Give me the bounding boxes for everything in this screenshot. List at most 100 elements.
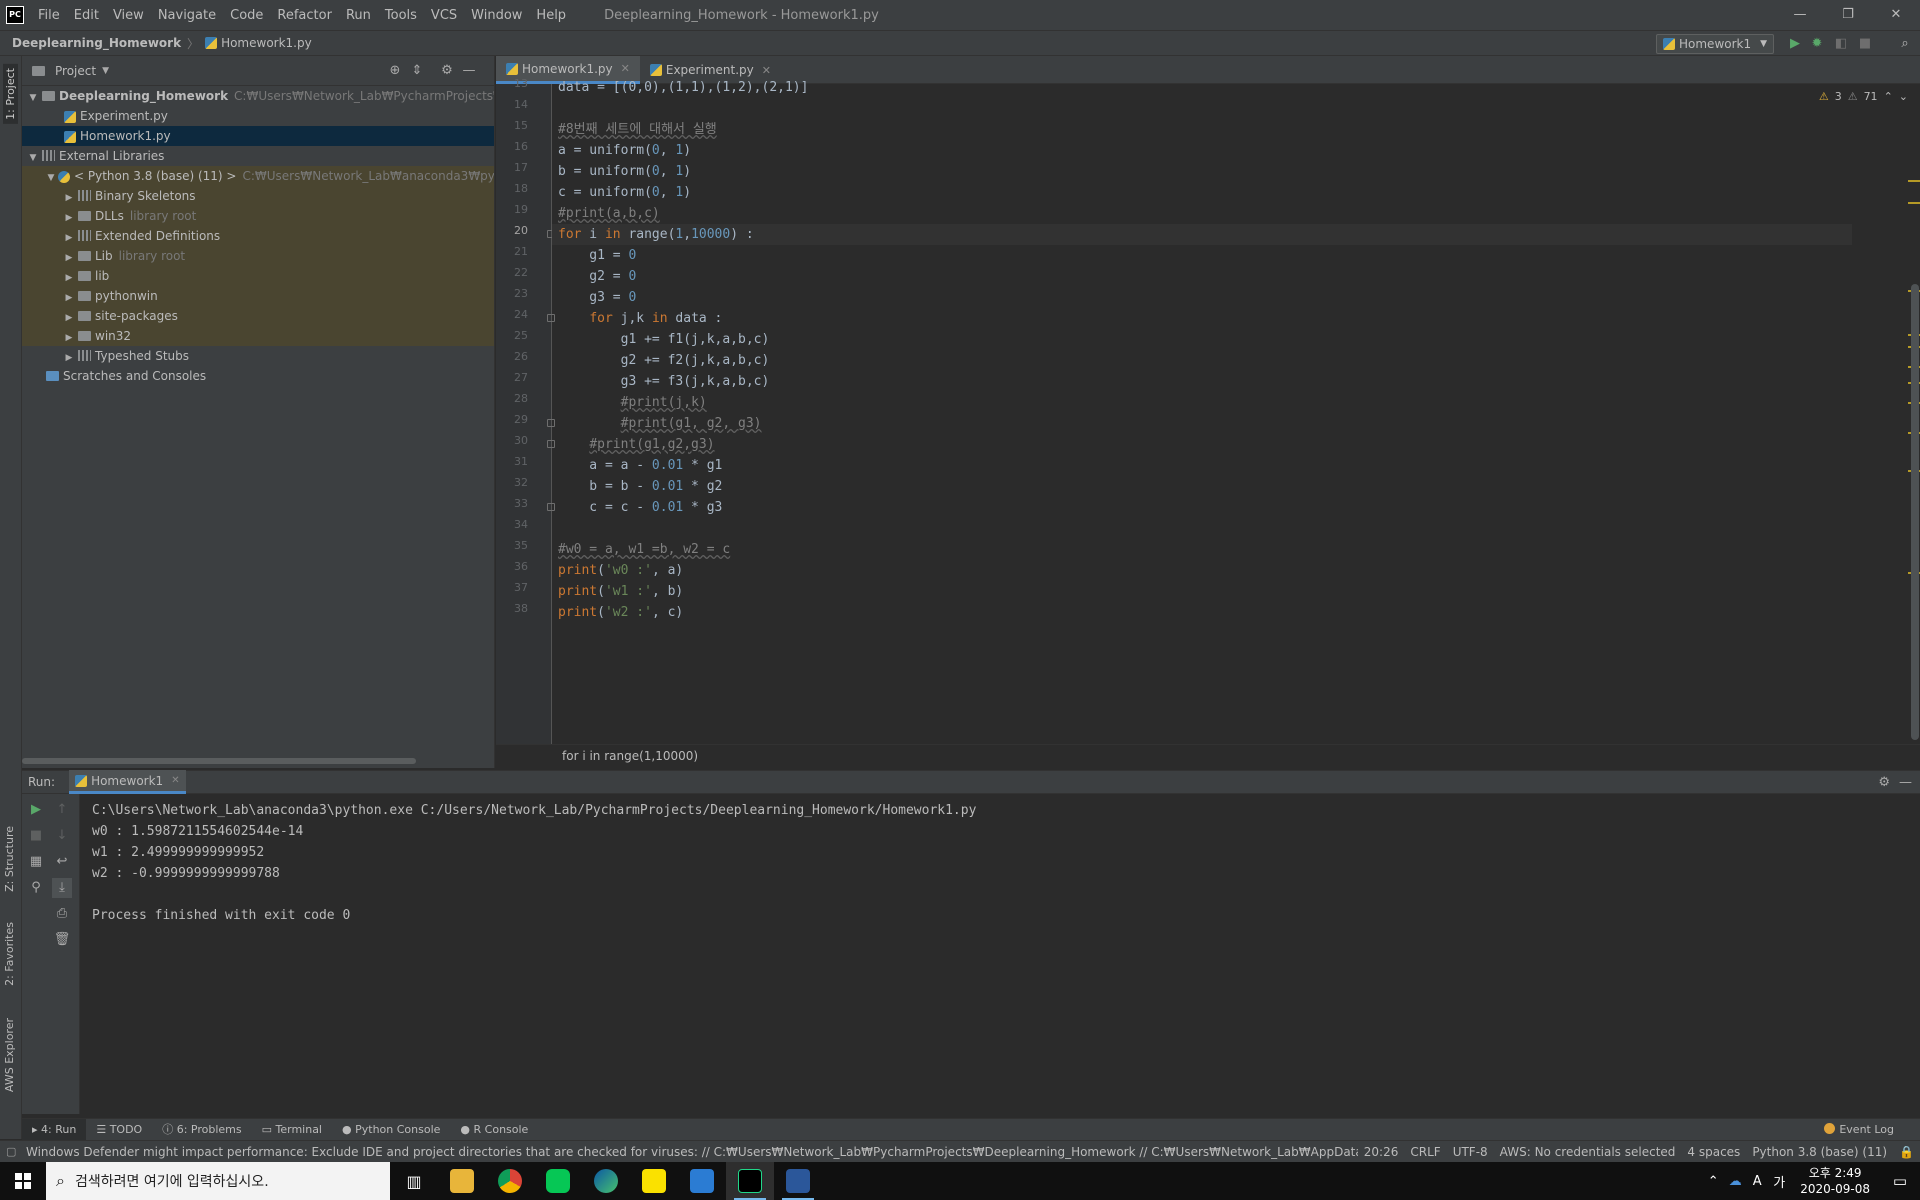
tool-window-favorites[interactable]: 2: Favorites xyxy=(3,922,16,986)
tree-item-extended-definitions[interactable]: ▶ Extended Definitions xyxy=(22,226,494,246)
ime-mode-indicator[interactable]: A xyxy=(1746,1174,1768,1189)
print-icon[interactable]: ⎙ xyxy=(52,904,72,924)
scroll-down-icon[interactable]: ↓ xyxy=(52,826,72,846)
tool-window-aws-explorer[interactable]: AWS Explorer xyxy=(3,1018,16,1092)
event-log-button[interactable]: Event Log xyxy=(1824,1123,1894,1136)
previous-highlight-icon[interactable]: ⌃ xyxy=(1884,90,1893,103)
breadcrumb-file[interactable]: Homework1.py xyxy=(205,36,312,50)
collapse-all-icon[interactable]: ⇕ xyxy=(408,62,426,80)
run-console-output[interactable]: C:\Users\Network_Lab\anaconda3\python.ex… xyxy=(80,794,1920,1114)
menu-view[interactable]: View xyxy=(107,8,152,23)
chevron-right-icon[interactable]: ▶ xyxy=(62,308,76,326)
chevron-up-icon[interactable]: ⌃ xyxy=(1702,1174,1724,1189)
chevron-right-icon[interactable]: ▶ xyxy=(62,288,76,306)
rerun-icon[interactable]: ▶ xyxy=(26,800,46,820)
scroll-to-end-icon[interactable]: ⤓ xyxy=(52,878,72,898)
ime-hangul-indicator[interactable]: 가 xyxy=(1768,1172,1790,1191)
menu-run[interactable]: Run xyxy=(340,8,379,23)
debug-icon[interactable]: ✹ xyxy=(1808,35,1826,53)
fold-marker-icon[interactable] xyxy=(547,419,555,427)
menu-file[interactable]: File xyxy=(32,8,68,23)
tree-item-dlls[interactable]: ▶ DLLs library root xyxy=(22,206,494,226)
hide-icon[interactable]: — xyxy=(460,62,478,80)
code-editor[interactable]: 13 14 15 16 17 18 19 20 21 22 23 24 25 2… xyxy=(496,77,1920,744)
breadcrumb-project[interactable]: Deeplearning_Homework xyxy=(12,36,181,50)
menu-edit[interactable]: Edit xyxy=(68,8,107,23)
chevron-down-icon[interactable]: ▼ xyxy=(26,88,40,106)
toggle-tool-windows-icon[interactable]: ▢ xyxy=(6,1145,16,1158)
menu-code[interactable]: Code xyxy=(224,8,271,23)
tree-item-homework1[interactable]: Homework1.py xyxy=(22,126,494,146)
task-view-button[interactable]: ▥ xyxy=(390,1162,438,1200)
tool-tab-r-console[interactable]: ● R Console xyxy=(450,1119,538,1141)
tool-tab-run[interactable]: ▸ 4: Run xyxy=(22,1118,87,1141)
chevron-right-icon[interactable]: ▶ xyxy=(62,208,76,226)
taskbar-file-explorer[interactable] xyxy=(438,1162,486,1200)
tree-item-python-sdk[interactable]: ▼ < Python 3.8 (base) (11) > C:₩Users₩Netw… xyxy=(22,166,494,186)
taskbar-search-box[interactable]: ⌕ 검색하려면 여기에 입력하십시오. xyxy=(46,1162,390,1200)
horizontal-scrollbar[interactable] xyxy=(22,758,416,764)
taskbar-kakaotalk[interactable] xyxy=(630,1162,678,1200)
run-configuration-select[interactable]: Homework1 ▼ xyxy=(1656,34,1774,54)
chevron-right-icon[interactable]: ▶ xyxy=(62,268,76,286)
menu-tools[interactable]: Tools xyxy=(379,8,425,23)
stripe-mark[interactable] xyxy=(1908,180,1920,182)
minimize-button[interactable]: — xyxy=(1776,0,1824,30)
tree-item-experiment[interactable]: Experiment.py xyxy=(22,106,494,126)
fold-marker-icon[interactable] xyxy=(547,503,555,511)
taskbar-line[interactable] xyxy=(534,1162,582,1200)
tree-item-site-packages[interactable]: ▶ site-packages xyxy=(22,306,494,326)
menu-navigate[interactable]: Navigate xyxy=(152,8,224,23)
tree-item-project-root[interactable]: ▼ Deeplearning_Homework C:₩Users₩Network_L… xyxy=(22,86,494,106)
gear-icon[interactable]: ⚙ xyxy=(438,62,456,80)
tree-item-typeshed-stubs[interactable]: ▶ Typeshed Stubs xyxy=(22,346,494,366)
tree-item-external-libraries[interactable]: ▼ External Libraries xyxy=(22,146,494,166)
restore-button[interactable]: ❐ xyxy=(1824,0,1872,30)
inspection-widget[interactable]: ⚠ 3 ⚠ 71 ⌃ ⌄ xyxy=(1819,90,1908,103)
tree-item-pythonwin[interactable]: ▶ pythonwin xyxy=(22,286,494,306)
menu-help[interactable]: Help xyxy=(530,8,574,23)
project-view-selector[interactable]: Project xyxy=(55,64,96,78)
chevron-right-icon[interactable]: ▶ xyxy=(62,348,76,366)
taskbar-chrome[interactable] xyxy=(486,1162,534,1200)
stripe-mark[interactable] xyxy=(1908,202,1920,204)
gear-icon[interactable]: ⚙ xyxy=(1878,775,1890,790)
vertical-scrollbar[interactable] xyxy=(1911,284,1919,740)
code-breadcrumb[interactable]: for i in range(1,10000) xyxy=(562,749,698,763)
fold-marker-icon[interactable] xyxy=(547,314,555,322)
taskbar-calendar[interactable] xyxy=(678,1162,726,1200)
chevron-down-icon[interactable]: ▼ xyxy=(44,168,58,186)
trash-icon[interactable]: 🗑 xyxy=(52,930,72,950)
onedrive-icon[interactable]: ☁ xyxy=(1724,1174,1746,1189)
chevron-right-icon[interactable]: ▶ xyxy=(62,228,76,246)
tool-tab-python-console[interactable]: ● Python Console xyxy=(332,1119,450,1141)
chevron-down-icon[interactable]: ▼ xyxy=(102,66,109,76)
lock-icon[interactable]: 🔒 xyxy=(1893,1145,1920,1159)
taskbar-word[interactable] xyxy=(774,1162,822,1200)
stop-icon[interactable]: ■ xyxy=(26,826,46,846)
tool-tab-terminal[interactable]: ▭ Terminal xyxy=(252,1119,332,1141)
chevron-right-icon[interactable]: ▶ xyxy=(62,188,76,206)
close-icon[interactable]: ✕ xyxy=(171,775,179,786)
scroll-up-icon[interactable]: ↑ xyxy=(52,800,72,820)
close-button[interactable]: ✕ xyxy=(1872,0,1920,30)
status-message[interactable]: Windows Defender might impact performanc… xyxy=(26,1143,1358,1160)
menu-window[interactable]: Window xyxy=(465,8,530,23)
python-interpreter[interactable]: Python 3.8 (base) (11) xyxy=(1746,1145,1893,1159)
indent-setting[interactable]: 4 spaces xyxy=(1681,1145,1746,1159)
taskbar-clock[interactable]: 오후 2:49 2020-09-08 xyxy=(1790,1165,1880,1197)
chevron-right-icon[interactable]: ▶ xyxy=(62,248,76,266)
chevron-down-icon[interactable]: ▼ xyxy=(26,148,40,166)
layout-icon[interactable]: ▦ xyxy=(26,852,46,872)
search-icon[interactable]: ⌕ xyxy=(1896,35,1914,53)
run-icon[interactable]: ▶ xyxy=(1786,35,1804,53)
tree-item-lib[interactable]: ▶ lib xyxy=(22,266,494,286)
tool-tab-problems[interactable]: ⓘ 6: Problems xyxy=(152,1119,251,1141)
tool-window-project[interactable]: 1: Project xyxy=(3,64,18,124)
start-button[interactable] xyxy=(0,1162,46,1200)
menu-refactor[interactable]: Refactor xyxy=(271,8,340,23)
menu-vcs[interactable]: VCS xyxy=(425,8,465,23)
close-icon[interactable]: ✕ xyxy=(762,64,771,77)
taskbar-edge[interactable] xyxy=(582,1162,630,1200)
caret-position[interactable]: 20:26 xyxy=(1358,1145,1405,1159)
